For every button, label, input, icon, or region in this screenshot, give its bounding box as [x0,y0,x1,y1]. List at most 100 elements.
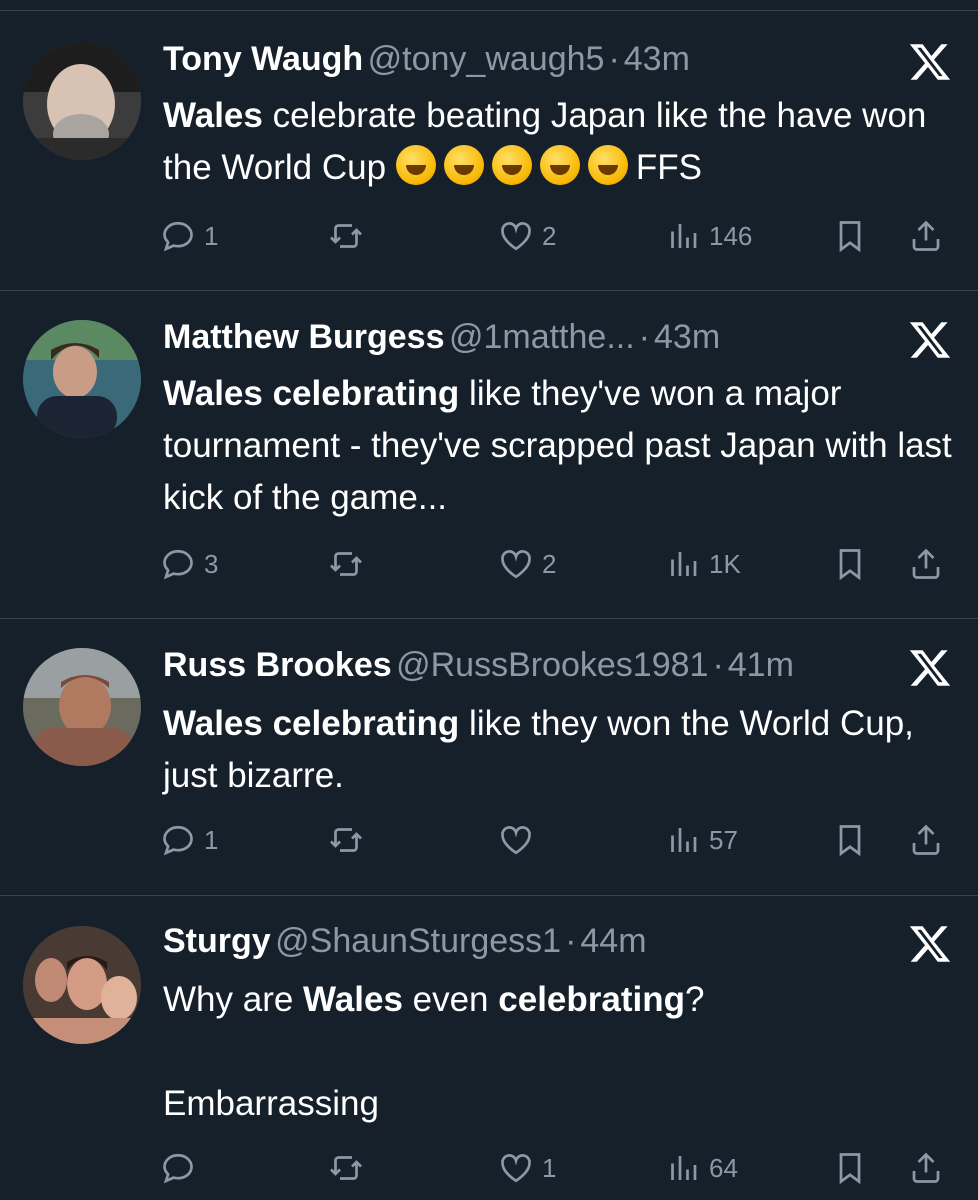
reply-bubble-icon [163,549,193,580]
tweet[interactable]: Sturgy @ShaunSturgess1 · 44m Why are Wales… [0,896,978,1200]
like-button[interactable]: 1 [498,1146,556,1190]
reply-button[interactable]: 1 [160,214,218,258]
share-icon [912,824,940,855]
views-bar-chart-icon [671,552,697,576]
separator-dot: · [712,646,724,684]
tweet-header: Sturgy @ShaunSturgess1 · 44m [163,922,908,966]
avatar[interactable] [23,42,141,160]
retweet-icon [330,552,362,576]
user-handle[interactable]: @tony_waugh5 [368,40,605,78]
action-bar: 3 2 1K [160,542,958,586]
retweet-icon [330,224,362,248]
heart-icon [501,1154,531,1183]
laughing-emoji-icon [395,145,436,185]
user-handle[interactable]: @1matthe... [449,318,635,356]
text-segment: ? [685,980,705,1019]
display-name[interactable]: Tony Waugh [163,40,363,78]
action-bar: 1 2 146 [160,214,958,258]
avatar[interactable] [23,926,141,1044]
like-count: 1 [542,1152,557,1183]
like-count: 2 [542,220,557,251]
bookmark-icon [839,825,861,857]
reply-bubble-icon [163,825,193,856]
retweet-button[interactable] [328,542,364,586]
reply-count: 1 [204,824,219,855]
share-button[interactable] [908,214,944,258]
share-button[interactable] [908,542,944,586]
timestamp[interactable]: 44m [580,922,646,960]
reply-count: 1 [204,220,219,251]
heart-icon [501,222,531,251]
heart-icon [501,550,531,579]
highlight-text: Wales celebrating [163,704,460,743]
action-bar: 1 57 [160,818,958,862]
laughing-emoji-icon [443,145,484,185]
x-logo-icon [908,922,952,966]
display-name[interactable]: Sturgy [163,922,271,960]
tweet[interactable]: Russ Brookes @RussBrookes1981 · 41m Wales … [0,618,978,896]
bookmark-button[interactable] [832,818,868,862]
share-icon [912,548,940,579]
tweet-text: Why are Wales even celebrating? [163,974,954,1026]
highlight-text: Wales [303,980,403,1019]
x-logo-icon [908,40,952,84]
view-count: 64 [709,1152,738,1183]
tweet-header: Tony Waugh @tony_waugh5 · 43m [163,40,908,84]
separator-dot: · [638,318,650,356]
separator-dot: · [608,40,620,78]
bookmark-button[interactable] [832,214,868,258]
views-button[interactable]: 64 [665,1146,738,1190]
bookmark-icon [839,221,861,253]
action-bar: 1 64 [160,1146,958,1190]
highlight-text: Wales [163,96,263,135]
retweet-button[interactable] [328,1146,364,1190]
tweet-text: Wales celebrate beating Japan like the h… [163,90,954,194]
timestamp[interactable]: 43m [624,40,690,78]
views-button[interactable]: 146 [665,214,752,258]
laughing-emoji-icon [491,145,532,185]
reply-count: 3 [204,548,219,579]
view-count: 146 [709,220,753,251]
retweet-icon [330,1156,362,1180]
tweet[interactable]: Matthew Burgess @1matthe... · 43m Wales ce… [0,290,978,618]
timestamp[interactable]: 43m [654,318,720,356]
separator-dot: · [565,922,577,960]
like-button[interactable] [498,818,534,862]
retweet-button[interactable] [328,818,364,862]
tweet-header: Matthew Burgess @1matthe... · 43m [163,318,908,362]
like-button[interactable]: 2 [498,542,556,586]
bookmark-button[interactable] [832,1146,868,1190]
bookmark-icon [839,1153,861,1185]
reply-button[interactable] [160,1146,196,1190]
tweet-text-line: Embarrassing [163,1078,954,1130]
user-handle[interactable]: @RussBrookes1981 [396,646,708,684]
tweet[interactable]: Tony Waugh @tony_waugh5 · 43m Wales celebr… [0,0,978,290]
tweet-text: Wales celebrating like they've won a maj… [163,368,954,524]
reply-button[interactable]: 3 [160,542,218,586]
retweet-icon [330,828,362,852]
avatar[interactable] [23,648,141,766]
laughing-emoji-icon [539,145,580,185]
display-name[interactable]: Russ Brookes [163,646,392,684]
reply-button[interactable]: 1 [160,818,218,862]
user-handle[interactable]: @ShaunSturgess1 [275,922,561,960]
view-count: 57 [709,824,738,855]
share-button[interactable] [908,818,944,862]
avatar[interactable] [23,320,141,438]
like-button[interactable]: 2 [498,214,556,258]
like-count: 2 [542,548,557,579]
views-button[interactable]: 1K [665,542,741,586]
bookmark-icon [839,549,861,581]
share-button[interactable] [908,1146,944,1190]
text-segment: Embarrassing [163,1084,379,1123]
tweet-header: Russ Brookes @RussBrookes1981 · 41m [163,646,908,690]
tweet-text: Wales celebrating like they won the Worl… [163,698,954,802]
views-button[interactable]: 57 [665,818,738,862]
reply-bubble-icon [163,1153,193,1184]
laughing-emoji-icon [587,145,628,185]
bookmark-button[interactable] [832,542,868,586]
text-segment: FFS [635,148,702,187]
retweet-button[interactable] [328,214,364,258]
timestamp[interactable]: 41m [728,646,794,684]
display-name[interactable]: Matthew Burgess [163,318,445,356]
